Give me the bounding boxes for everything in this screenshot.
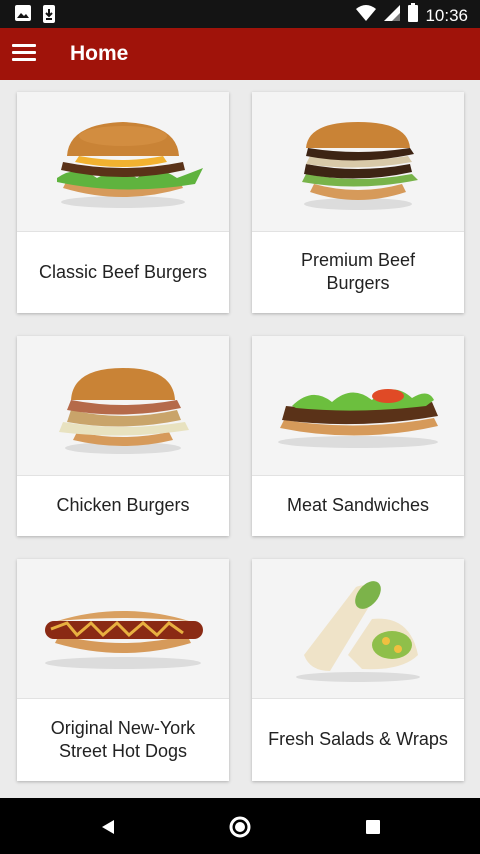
status-bar: 10:36: [0, 0, 480, 28]
chicken-burger-image: [17, 336, 229, 476]
category-grid: Classic Beef Burgers Premium Beef Burger…: [0, 80, 480, 798]
back-icon[interactable]: [96, 815, 120, 839]
battery-icon: [407, 3, 419, 28]
system-nav-bar: [0, 798, 480, 854]
wifi-icon: [355, 4, 377, 27]
image-icon: [14, 4, 32, 29]
category-label: Meat Sandwiches: [286, 495, 430, 515]
category-label: Classic Beef Burgers: [38, 261, 208, 282]
category-card-salads-wraps[interactable]: Fresh Salads & Wraps: [252, 559, 464, 781]
classic-beef-burger-image: [17, 92, 229, 232]
hamburger-menu-icon[interactable]: [10, 40, 38, 68]
hot-dog-image: [17, 559, 229, 699]
recent-apps-icon[interactable]: [361, 815, 385, 839]
category-label: Fresh Salads & Wraps: [268, 729, 448, 749]
category-card-meat-sandwiches[interactable]: Meat Sandwiches: [252, 336, 464, 536]
category-card-classic-beef-burgers[interactable]: Classic Beef Burgers: [17, 92, 229, 313]
category-label: Premium Beef Burgers: [300, 250, 416, 293]
app-bar: Home: [0, 28, 480, 80]
category-label: Original New-York Street Hot Dogs: [50, 717, 196, 761]
home-icon[interactable]: [228, 815, 252, 839]
category-label: Chicken Burgers: [56, 495, 190, 515]
wrap-image: [252, 559, 464, 699]
premium-beef-burger-image: [252, 92, 464, 232]
meat-sandwich-image: [252, 336, 464, 476]
category-card-chicken-burgers[interactable]: Chicken Burgers: [17, 336, 229, 536]
category-card-hot-dogs[interactable]: Original New-York Street Hot Dogs: [17, 559, 229, 781]
page-title: Home: [70, 42, 129, 65]
signal-icon: [383, 4, 401, 27]
download-icon: [42, 4, 56, 29]
clock: 10:36: [425, 5, 468, 25]
category-card-premium-beef-burgers[interactable]: Premium Beef Burgers: [252, 92, 464, 313]
